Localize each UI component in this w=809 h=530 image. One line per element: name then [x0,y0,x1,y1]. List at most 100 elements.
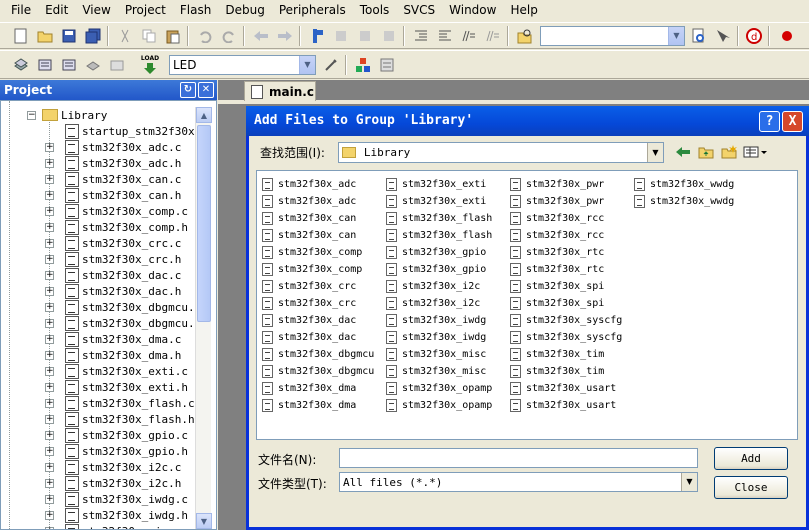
tree-group-library[interactable]: − Library [27,107,107,123]
chevron-down-icon[interactable]: ▼ [299,56,315,74]
tree-file-item[interactable]: + stm32f30x_dma.h [45,347,181,363]
up-folder-icon[interactable] [696,142,716,162]
tree-file-item[interactable]: + stm32f30x_adc.c [45,139,181,155]
bookmark-clear-icon[interactable] [379,26,399,46]
expand-icon[interactable]: + [45,399,54,408]
indent-icon[interactable] [411,26,431,46]
unindent-icon[interactable] [435,26,455,46]
stop-build-icon[interactable] [107,55,127,75]
batch-build-icon[interactable] [83,55,103,75]
file-list-item[interactable]: stm32f30x_crc [262,278,356,294]
find-icon[interactable] [689,26,709,46]
expand-icon[interactable]: + [45,255,54,264]
new-file-icon[interactable] [11,26,31,46]
file-list-item[interactable]: stm32f30x_i2c [386,278,480,294]
file-list-item[interactable]: stm32f30x_exti [386,176,486,192]
menu-debug[interactable]: Debug [218,0,271,20]
close-icon[interactable]: ✕ [198,82,214,98]
tree-file-item[interactable]: + stm32f30x_adc.h [45,155,181,171]
close-dialog-button[interactable]: Close [714,476,788,499]
file-list-item[interactable]: stm32f30x_flash [386,227,492,243]
file-list-item[interactable]: stm32f30x_usart [510,380,616,396]
file-list-item[interactable]: stm32f30x_syscfg [510,312,622,328]
tree-file-item[interactable]: +stm32f30x_misc.c [45,523,188,529]
file-list-item[interactable]: stm32f30x_can [262,227,356,243]
incremental-find-icon[interactable] [713,26,733,46]
file-list-item[interactable]: stm32f30x_comp [262,261,362,277]
target-select[interactable]: LED ▼ [169,55,316,75]
tree-file-item[interactable]: + stm32f30x_can.c [45,171,181,187]
chevron-down-icon[interactable]: ▼ [668,27,684,45]
file-list-item[interactable]: stm32f30x_pwr [510,193,604,209]
file-list-item[interactable]: stm32f30x_spi [510,295,604,311]
file-list-item[interactable]: stm32f30x_misc [386,346,486,362]
expand-icon[interactable]: + [45,335,54,344]
tree-file-item[interactable]: + stm32f30x_iwdg.h [45,507,188,523]
file-list-item[interactable]: stm32f30x_crc [262,295,356,311]
tree-file-item[interactable]: + stm32f30x_i2c.c [45,459,181,475]
pin-icon[interactable]: ↻ [180,82,196,98]
manage-components-icon[interactable] [353,55,373,75]
menu-view[interactable]: View [75,0,117,20]
menu-peripherals[interactable]: Peripherals [272,0,353,20]
expand-icon[interactable]: + [45,367,54,376]
file-list-item[interactable]: stm32f30x_wwdg [634,193,734,209]
project-tree-scrollbar[interactable]: ▲ ▼ [195,107,212,529]
file-list-item[interactable]: stm32f30x_gpio [386,261,486,277]
menu-help[interactable]: Help [503,0,544,20]
expand-icon[interactable]: + [45,159,54,168]
scroll-up-icon[interactable]: ▲ [196,107,212,123]
file-list-item[interactable]: stm32f30x_syscfg [510,329,622,345]
file-list-item[interactable]: stm32f30x_rcc [510,227,604,243]
expand-icon[interactable]: + [45,175,54,184]
menu-file[interactable]: File [4,0,38,20]
tab-main-c[interactable]: main.c [244,81,316,101]
expand-icon[interactable]: + [45,223,54,232]
file-list-item[interactable]: stm32f30x_adc [262,176,356,192]
file-list-item[interactable]: stm32f30x_rtc [510,244,604,260]
menu-edit[interactable]: Edit [38,0,75,20]
tree-file-item[interactable]: + stm32f30x_flash.h [45,411,195,427]
file-list-item[interactable]: stm32f30x_wwdg [634,176,734,192]
paste-icon[interactable] [163,26,183,46]
file-list-item[interactable]: stm32f30x_gpio [386,244,486,260]
tree-file-item[interactable]: + stm32f30x_comp.h [45,219,188,235]
expand-icon[interactable]: + [45,271,54,280]
download-icon[interactable]: LOAD [138,53,162,77]
file-list-item[interactable]: stm32f30x_dac [262,312,356,328]
close-button[interactable]: X [782,111,803,132]
tree-file-item[interactable]: + stm32f30x_comp.c [45,203,188,219]
back-icon[interactable] [673,142,693,162]
file-list-item[interactable]: stm32f30x_exti [386,193,486,209]
expand-icon[interactable]: + [45,495,54,504]
breakpoint-icon[interactable] [777,26,797,46]
file-list-item[interactable]: stm32f30x_dbgmcu [262,363,374,379]
view-menu-icon[interactable] [742,142,768,162]
undo-icon[interactable] [195,26,215,46]
tree-file-item[interactable]: + stm32f30x_exti.h [45,379,188,395]
add-button[interactable]: Add [714,447,788,470]
file-list-item[interactable]: stm32f30x_spi [510,278,604,294]
bookmark-prev-icon[interactable] [331,26,351,46]
expand-icon[interactable]: + [45,207,54,216]
file-list-item[interactable]: stm32f30x_opamp [386,397,492,413]
file-list-item[interactable]: stm32f30x_flash [386,210,492,226]
select-packs-icon[interactable] [377,55,397,75]
cut-icon[interactable] [115,26,135,46]
file-list-item[interactable]: stm32f30x_dma [262,397,356,413]
nav-forward-icon[interactable] [275,26,295,46]
expand-icon[interactable]: + [45,143,54,152]
file-list-item[interactable]: stm32f30x_adc [262,193,356,209]
tree-file-item[interactable]: + stm32f30x_dac.h [45,283,181,299]
file-list-item[interactable]: stm32f30x_rtc [510,261,604,277]
tree-file-item[interactable]: + stm32f30x_gpio.h [45,443,188,459]
translate-icon[interactable] [11,55,31,75]
save-icon[interactable] [59,26,79,46]
tree-file-item[interactable]: + stm32f30x_dbgmcu.h [45,315,201,331]
look-in-select[interactable]: Library ▼ [338,142,664,163]
file-list[interactable]: stm32f30x_adc stm32f30x_adc stm32f30x_can s… [256,170,798,440]
file-list-item[interactable]: stm32f30x_pwr [510,176,604,192]
collapse-icon[interactable]: − [27,111,36,120]
scroll-down-icon[interactable]: ▼ [196,513,212,529]
file-list-item[interactable]: stm32f30x_tim [510,363,604,379]
